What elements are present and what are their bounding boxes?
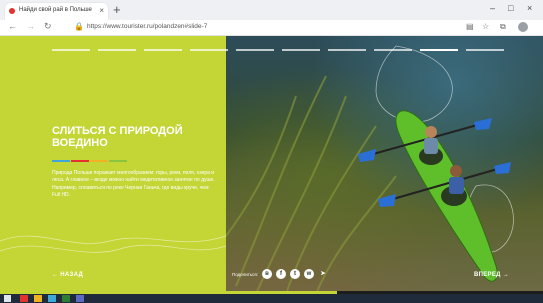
- next-button[interactable]: ВПЕРЕД →: [474, 272, 509, 278]
- slide-dot[interactable]: [190, 49, 228, 51]
- stripe-blue: [52, 160, 70, 162]
- whatsapp-icon[interactable]: w: [304, 269, 314, 279]
- slide-dot[interactable]: [52, 49, 90, 51]
- slide-dot[interactable]: [144, 49, 182, 51]
- taskbar-app-icon[interactable]: [48, 295, 56, 302]
- vk-icon[interactable]: в: [262, 269, 272, 279]
- slide-dot[interactable]: [374, 49, 412, 51]
- slide-dot[interactable]: [236, 49, 274, 51]
- facebook-icon[interactable]: f: [276, 269, 286, 279]
- close-window-button[interactable]: ×: [527, 3, 532, 13]
- lock-icon: 🔒: [74, 22, 84, 31]
- collections-icon[interactable]: ⧉: [500, 22, 506, 32]
- slide-dot[interactable]: [466, 49, 504, 51]
- twitter-icon[interactable]: t: [290, 269, 300, 279]
- minimize-button[interactable]: –: [490, 3, 495, 13]
- browser-tab[interactable]: Найди свой рай в Польше ×: [5, 3, 108, 20]
- favorites-star-icon[interactable]: ☆: [482, 22, 489, 31]
- taskbar-app-icon[interactable]: [20, 295, 28, 302]
- browser-tab-bar: Найди свой рай в Польше × + – □ ×: [0, 0, 543, 20]
- wave-decoration: [0, 235, 226, 253]
- forward-icon[interactable]: →: [26, 21, 35, 31]
- back-icon[interactable]: ←: [8, 21, 17, 31]
- slide-dot[interactable]: [328, 49, 366, 51]
- slide-page: Слиться с природой воедино Природа Польш…: [0, 36, 543, 294]
- prev-button[interactable]: ← НАЗАД: [52, 272, 83, 278]
- reload-icon[interactable]: ↻: [44, 21, 52, 32]
- reading-mode-icon[interactable]: ▤: [466, 22, 474, 31]
- slide-heading: Слиться с природой воедино: [52, 125, 183, 149]
- profile-avatar[interactable]: [518, 22, 528, 32]
- new-tab-button[interactable]: +: [113, 2, 121, 17]
- slide-body: Природа Польши поражает многообразием: г…: [52, 170, 215, 198]
- tab-close-icon[interactable]: ×: [99, 6, 104, 15]
- slide-dot-active[interactable]: [420, 49, 458, 51]
- taskbar-app-icon[interactable]: [34, 295, 42, 302]
- slide-dot[interactable]: [98, 49, 136, 51]
- taskbar-app-icon[interactable]: [62, 295, 70, 302]
- stripe-green: [109, 160, 127, 162]
- url-input[interactable]: https://www.tourister.ru/polandzen#slide…: [87, 23, 207, 30]
- stripe-yellow: [90, 160, 108, 162]
- telegram-icon[interactable]: ➤: [318, 269, 328, 279]
- slide-dot[interactable]: [282, 49, 320, 51]
- favicon-icon: [9, 8, 15, 14]
- kayak-illustration: [225, 45, 514, 294]
- kayak-photo: [225, 36, 543, 294]
- taskbar-app-icon[interactable]: [76, 295, 84, 302]
- tab-title: Найди свой рай в Польше: [19, 7, 92, 13]
- os-taskbar: [0, 294, 543, 303]
- share-label: Поделиться:: [232, 272, 259, 277]
- address-bar-row: ← → ↻ 🔒 https://www.tourister.ru/polandz…: [0, 20, 543, 36]
- maximize-button[interactable]: □: [508, 3, 513, 13]
- text-panel: [0, 36, 226, 294]
- start-icon[interactable]: [4, 295, 11, 302]
- stripe-red: [71, 160, 89, 162]
